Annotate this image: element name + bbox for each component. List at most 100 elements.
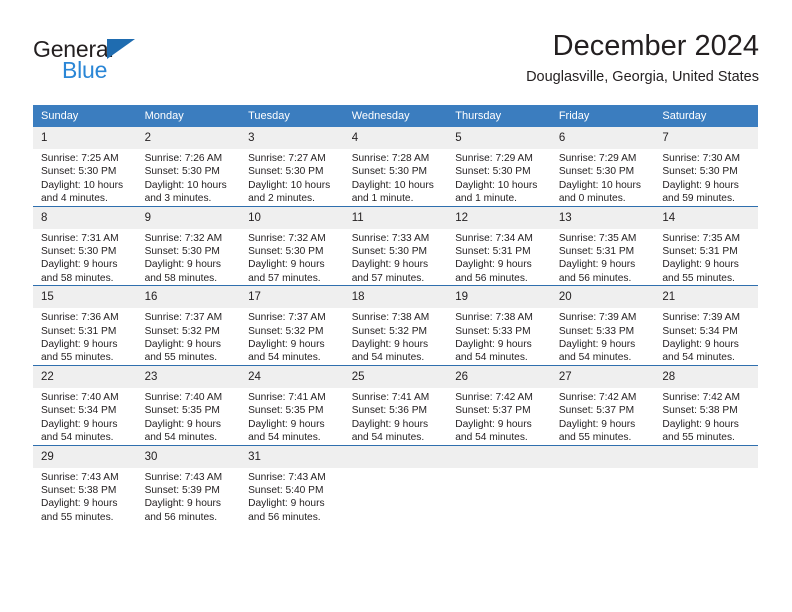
calendar-day-cell[interactable]: 29 Sunrise: 7:43 AM Sunset: 5:38 PM Dayligh…	[33, 444, 137, 525]
day-number	[654, 445, 758, 468]
daylight-duration-line2: and 54 minutes.	[144, 432, 218, 444]
calendar-week-row: 22 Sunrise: 7:40 AM Sunset: 5:34 PM Dayligh…	[33, 364, 758, 445]
daylight-duration-line1: Daylight: 9 hours	[455, 339, 532, 351]
calendar-day-cell[interactable]: 27 Sunrise: 7:42 AM Sunset: 5:37 PM Dayligh…	[550, 364, 655, 445]
sunset-time: Sunset: 5:30 PM	[351, 166, 428, 178]
calendar-day-cell[interactable]: 3 Sunrise: 7:27 AM Sunset: 5:30 PM Daylight…	[240, 127, 344, 207]
daylight-duration-line2: and 54 minutes.	[558, 352, 632, 364]
daylight-duration-line2: and 55 minutes.	[144, 352, 218, 364]
calendar-day-cell[interactable]: 1 Sunrise: 7:25 AM Sunset: 5:30 PM Daylight…	[33, 127, 137, 207]
daylight-duration-line2: and 1 minute.	[351, 193, 414, 205]
calendar-day-cell[interactable]: 4 Sunrise: 7:28 AM Sunset: 5:30 PM Daylight…	[343, 127, 448, 207]
day-details: Sunrise: 7:37 AM Sunset: 5:32 PM Daylight:…	[240, 308, 344, 365]
day-number: 22	[33, 365, 137, 388]
calendar-day-cell-empty	[550, 444, 655, 525]
sunrise-time: Sunrise: 7:29 AM	[455, 153, 533, 164]
daylight-duration-line2: and 55 minutes.	[41, 352, 114, 364]
daylight-duration-line2: and 57 minutes.	[351, 272, 425, 284]
sunset-time: Sunset: 5:31 PM	[662, 246, 738, 258]
sunrise-time: Sunrise: 7:29 AM	[558, 153, 637, 164]
calendar-day-cell[interactable]: 14 Sunrise: 7:35 AM Sunset: 5:31 PM Dayligh…	[654, 205, 758, 286]
general-blue-logo[interactable]: General Blue	[33, 36, 153, 88]
day-details: Sunrise: 7:34 AM Sunset: 5:31 PM Daylight:…	[447, 229, 551, 286]
calendar-day-cell[interactable]: 16 Sunrise: 7:37 AM Sunset: 5:32 PM Dayligh…	[136, 285, 241, 366]
calendar-day-cell[interactable]: 12 Sunrise: 7:34 AM Sunset: 5:31 PM Dayligh…	[447, 205, 551, 286]
daylight-duration-line1: Daylight: 9 hours	[41, 339, 118, 351]
daylight-duration-line2: and 2 minutes.	[248, 193, 315, 205]
sunrise-time: Sunrise: 7:34 AM	[455, 232, 533, 244]
calendar-day-cell[interactable]: 11 Sunrise: 7:33 AM Sunset: 5:30 PM Dayligh…	[343, 205, 448, 286]
calendar-day-cell[interactable]: 13 Sunrise: 7:35 AM Sunset: 5:31 PM Dayligh…	[550, 205, 655, 286]
sunset-time: Sunset: 5:31 PM	[455, 246, 531, 258]
sunrise-time: Sunrise: 7:43 AM	[41, 471, 119, 483]
calendar-day-cell-empty	[343, 444, 448, 525]
sunset-time: Sunset: 5:34 PM	[662, 325, 738, 337]
sunset-time: Sunset: 5:35 PM	[144, 405, 220, 417]
sunset-time: Sunset: 5:30 PM	[144, 246, 220, 258]
calendar-day-cell[interactable]: 19 Sunrise: 7:38 AM Sunset: 5:33 PM Dayligh…	[447, 285, 551, 366]
day-details: Sunrise: 7:42 AM Sunset: 5:38 PM Daylight:…	[654, 388, 758, 445]
calendar-day-cell[interactable]: 28 Sunrise: 7:42 AM Sunset: 5:38 PM Dayligh…	[654, 364, 758, 445]
calendar-day-cell[interactable]: 5 Sunrise: 7:29 AM Sunset: 5:30 PM Daylight…	[447, 127, 551, 207]
calendar-day-cell[interactable]: 21 Sunrise: 7:39 AM Sunset: 5:34 PM Dayligh…	[654, 285, 758, 366]
calendar-header-row: Sunday Monday Tuesday Wednesday Thursday…	[33, 105, 758, 127]
day-details: Sunrise: 7:32 AM Sunset: 5:30 PM Daylight:…	[240, 229, 344, 286]
page-header: General Blue December 2024 Douglasville,…	[33, 28, 759, 98]
calendar-day-cell[interactable]: 9 Sunrise: 7:32 AM Sunset: 5:30 PM Daylight…	[136, 205, 241, 286]
daylight-duration-line2: and 54 minutes.	[248, 352, 321, 364]
calendar-day-cell[interactable]: 2 Sunrise: 7:26 AM Sunset: 5:30 PM Daylight…	[136, 127, 241, 207]
daylight-duration-line2: and 59 minutes.	[662, 193, 735, 205]
day-number: 9	[136, 206, 241, 229]
day-details: Sunrise: 7:43 AM Sunset: 5:39 PM Daylight:…	[137, 468, 241, 525]
daylight-duration-line1: Daylight: 10 hours	[455, 179, 538, 191]
sunset-time: Sunset: 5:32 PM	[248, 325, 324, 337]
calendar-day-cell[interactable]: 23 Sunrise: 7:40 AM Sunset: 5:35 PM Dayligh…	[136, 364, 241, 445]
day-number: 30	[136, 445, 241, 468]
calendar-body: 1 Sunrise: 7:25 AM Sunset: 5:30 PM Daylight…	[33, 127, 758, 525]
sunset-time: Sunset: 5:36 PM	[351, 405, 428, 417]
daylight-duration-line1: Daylight: 9 hours	[558, 418, 636, 430]
daylight-duration-line1: Daylight: 9 hours	[662, 339, 739, 351]
calendar-day-cell[interactable]: 8 Sunrise: 7:31 AM Sunset: 5:30 PM Daylight…	[33, 205, 137, 286]
sunrise-time: Sunrise: 7:35 AM	[662, 232, 740, 244]
daylight-duration-line2: and 54 minutes.	[248, 432, 321, 444]
day-number: 2	[136, 127, 241, 149]
calendar-week-row: 29 Sunrise: 7:43 AM Sunset: 5:38 PM Dayligh…	[33, 444, 758, 525]
day-details: Sunrise: 7:39 AM Sunset: 5:33 PM Daylight:…	[551, 308, 655, 365]
calendar-day-cell[interactable]: 6 Sunrise: 7:29 AM Sunset: 5:30 PM Daylight…	[550, 127, 655, 207]
day-details: Sunrise: 7:26 AM Sunset: 5:30 PM Daylight:…	[137, 149, 241, 206]
calendar-day-cell[interactable]: 25 Sunrise: 7:41 AM Sunset: 5:36 PM Dayligh…	[343, 364, 448, 445]
day-details: Sunrise: 7:40 AM Sunset: 5:35 PM Daylight:…	[137, 388, 241, 445]
sunset-time: Sunset: 5:32 PM	[144, 325, 220, 337]
calendar-day-cell[interactable]: 22 Sunrise: 7:40 AM Sunset: 5:34 PM Dayligh…	[33, 364, 137, 445]
calendar-day-cell[interactable]: 31 Sunrise: 7:43 AM Sunset: 5:40 PM Dayligh…	[240, 444, 344, 525]
calendar-day-cell[interactable]: 30 Sunrise: 7:43 AM Sunset: 5:39 PM Dayligh…	[136, 444, 241, 525]
sunset-time: Sunset: 5:37 PM	[558, 405, 635, 417]
triangle-icon	[107, 39, 135, 59]
day-number: 10	[240, 206, 344, 229]
daylight-duration-line2: and 58 minutes.	[144, 272, 218, 284]
sunset-time: Sunset: 5:37 PM	[455, 405, 531, 417]
calendar-day-cell[interactable]: 18 Sunrise: 7:38 AM Sunset: 5:32 PM Dayligh…	[343, 285, 448, 366]
weekday-header-monday: Monday	[136, 105, 241, 127]
daylight-duration-line1: Daylight: 10 hours	[351, 179, 434, 191]
calendar-day-cell[interactable]: 20 Sunrise: 7:39 AM Sunset: 5:33 PM Dayligh…	[550, 285, 655, 366]
daylight-duration-line1: Daylight: 9 hours	[248, 259, 325, 271]
day-details: Sunrise: 7:42 AM Sunset: 5:37 PM Daylight:…	[551, 388, 655, 445]
daylight-duration-line2: and 54 minutes.	[455, 352, 528, 364]
sunrise-time: Sunrise: 7:35 AM	[558, 232, 637, 244]
calendar-day-cell[interactable]: 15 Sunrise: 7:36 AM Sunset: 5:31 PM Dayligh…	[33, 285, 137, 366]
daylight-duration-line2: and 55 minutes.	[662, 432, 735, 444]
calendar-day-cell[interactable]: 7 Sunrise: 7:30 AM Sunset: 5:30 PM Daylight…	[654, 127, 758, 207]
calendar-day-cell[interactable]: 26 Sunrise: 7:42 AM Sunset: 5:37 PM Dayligh…	[447, 364, 551, 445]
weekday-header-thursday: Thursday	[447, 105, 551, 127]
daylight-duration-line2: and 0 minutes.	[558, 193, 626, 205]
day-number: 13	[550, 206, 655, 229]
day-number: 21	[654, 286, 758, 309]
calendar-day-cell[interactable]: 10 Sunrise: 7:32 AM Sunset: 5:30 PM Dayligh…	[240, 205, 344, 286]
day-number: 4	[343, 127, 448, 149]
daylight-duration-line2: and 4 minutes.	[41, 193, 108, 205]
calendar-day-cell[interactable]: 24 Sunrise: 7:41 AM Sunset: 5:35 PM Dayligh…	[240, 364, 344, 445]
day-details: Sunrise: 7:30 AM Sunset: 5:30 PM Daylight:…	[654, 149, 758, 206]
calendar-day-cell[interactable]: 17 Sunrise: 7:37 AM Sunset: 5:32 PM Dayligh…	[240, 285, 344, 366]
